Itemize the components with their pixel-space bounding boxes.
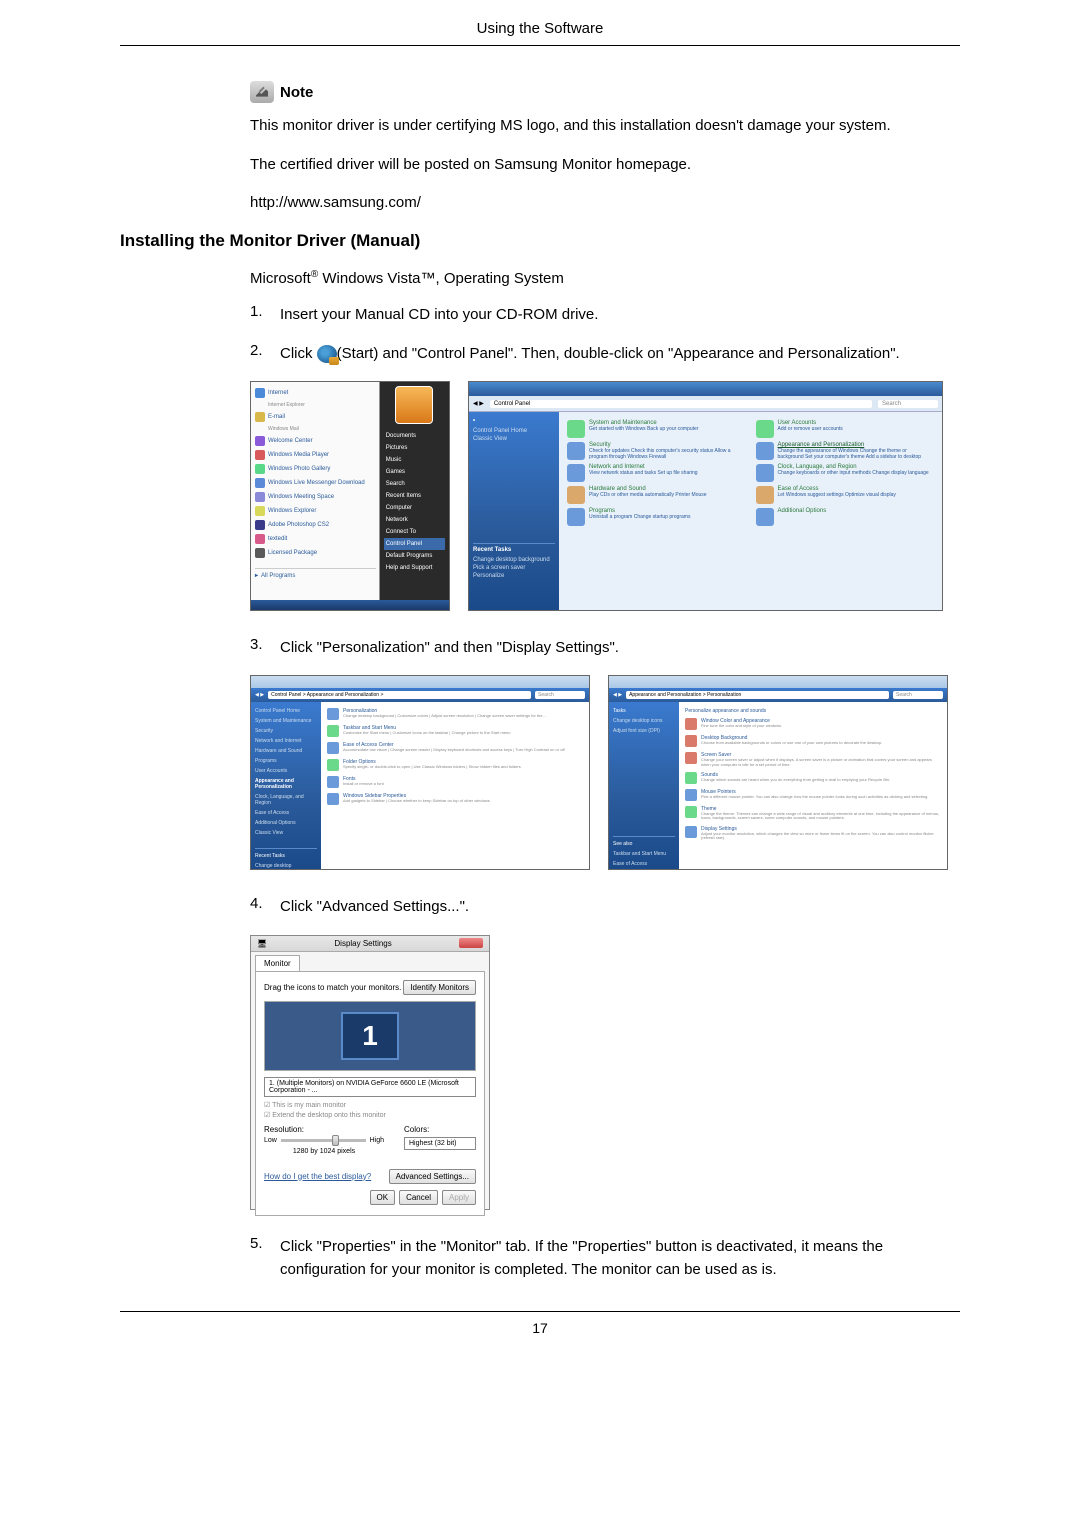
- screenshot-personalization: ◀ ▶ Appearance and Personalization > Per…: [608, 675, 948, 870]
- resolution-label: Resolution:: [264, 1125, 384, 1134]
- note-paragraph-1: This monitor driver is under certifying …: [250, 115, 960, 138]
- screenshot-row-2: ◀ ▶ Control Panel > Appearance and Perso…: [250, 675, 960, 870]
- note-url: http://www.samsung.com/: [250, 192, 960, 215]
- display-drag-text: Drag the icons to match your monitors.: [264, 983, 401, 992]
- screenshot-row-1: Internet Internet Explorer E-mail Window…: [250, 381, 960, 611]
- os-line: Microsoft® Windows Vista™, Operating Sys…: [250, 269, 960, 287]
- screenshot-control-panel: ◀ ▶ Control Panel Search • Control Panel…: [468, 381, 943, 611]
- slider-high-label: High: [370, 1137, 384, 1144]
- display-title-icon: 🖥: [257, 939, 267, 948]
- step-1-number: 1.: [250, 303, 280, 326]
- os-prefix: Microsoft: [250, 270, 311, 287]
- step-2-pre: Click: [280, 345, 317, 362]
- screenshot-display-settings-wrap: 🖥 Display Settings Monitor Drag the icon…: [250, 935, 960, 1210]
- display-dropdown: 1. (Multiple Monitors) on NVIDIA GeForce…: [264, 1077, 476, 1097]
- display-check-2: ☑ Extend the desktop onto this monitor: [264, 1111, 476, 1119]
- step-1-text: Insert your Manual CD into your CD-ROM d…: [280, 303, 960, 326]
- colors-value: Highest (32 bit): [404, 1137, 476, 1150]
- close-icon: [459, 938, 483, 948]
- note-label: Note: [280, 84, 313, 101]
- step-5-text: Click "Properties" in the "Monitor" tab.…: [280, 1235, 960, 1282]
- apply-button: Apply: [442, 1190, 476, 1205]
- start-button-icon: [317, 345, 337, 363]
- screenshot-display-settings: 🖥 Display Settings Monitor Drag the icon…: [250, 935, 490, 1210]
- step-4-text: Click "Advanced Settings...".: [280, 895, 960, 918]
- page-number: 17: [532, 1320, 548, 1336]
- display-help-link: How do I get the best display?: [264, 1172, 371, 1181]
- display-check-1: ☑ This is my main monitor: [264, 1101, 476, 1109]
- colors-label: Colors:: [404, 1125, 476, 1134]
- resolution-value: 1280 by 1024 pixels: [264, 1148, 384, 1155]
- note-icon: [250, 81, 274, 103]
- advanced-settings-button: Advanced Settings...: [389, 1169, 476, 1184]
- step-3-number: 3.: [250, 636, 280, 659]
- identify-monitors-button: Identify Monitors: [403, 980, 476, 995]
- os-suffix: Windows Vista™, Operating System: [318, 270, 564, 287]
- slider-low-label: Low: [264, 1137, 277, 1144]
- step-2-text: Click (Start) and "Control Panel". Then,…: [280, 342, 960, 365]
- display-title: Display Settings: [334, 939, 391, 948]
- page-header-title: Using the Software: [120, 20, 960, 46]
- section-heading: Installing the Monitor Driver (Manual): [120, 231, 960, 251]
- note-paragraph-2: The certified driver will be posted on S…: [250, 154, 960, 177]
- monitor-icon-1: 1: [341, 1012, 399, 1060]
- step-4-number: 4.: [250, 895, 280, 918]
- screenshot-appearance: ◀ ▶ Control Panel > Appearance and Perso…: [250, 675, 590, 870]
- page-footer: 17: [120, 1311, 960, 1336]
- step-3-text: Click "Personalization" and then "Displa…: [280, 636, 960, 659]
- step-2-mid: (Start) and "Control Panel". Then, doubl…: [337, 345, 900, 362]
- ok-button: OK: [370, 1190, 396, 1205]
- step-2-number: 2.: [250, 342, 280, 365]
- display-tab-monitor: Monitor: [255, 955, 300, 971]
- step-5-number: 5.: [250, 1235, 280, 1282]
- screenshot-start-menu: Internet Internet Explorer E-mail Window…: [250, 381, 450, 611]
- cancel-button: Cancel: [399, 1190, 438, 1205]
